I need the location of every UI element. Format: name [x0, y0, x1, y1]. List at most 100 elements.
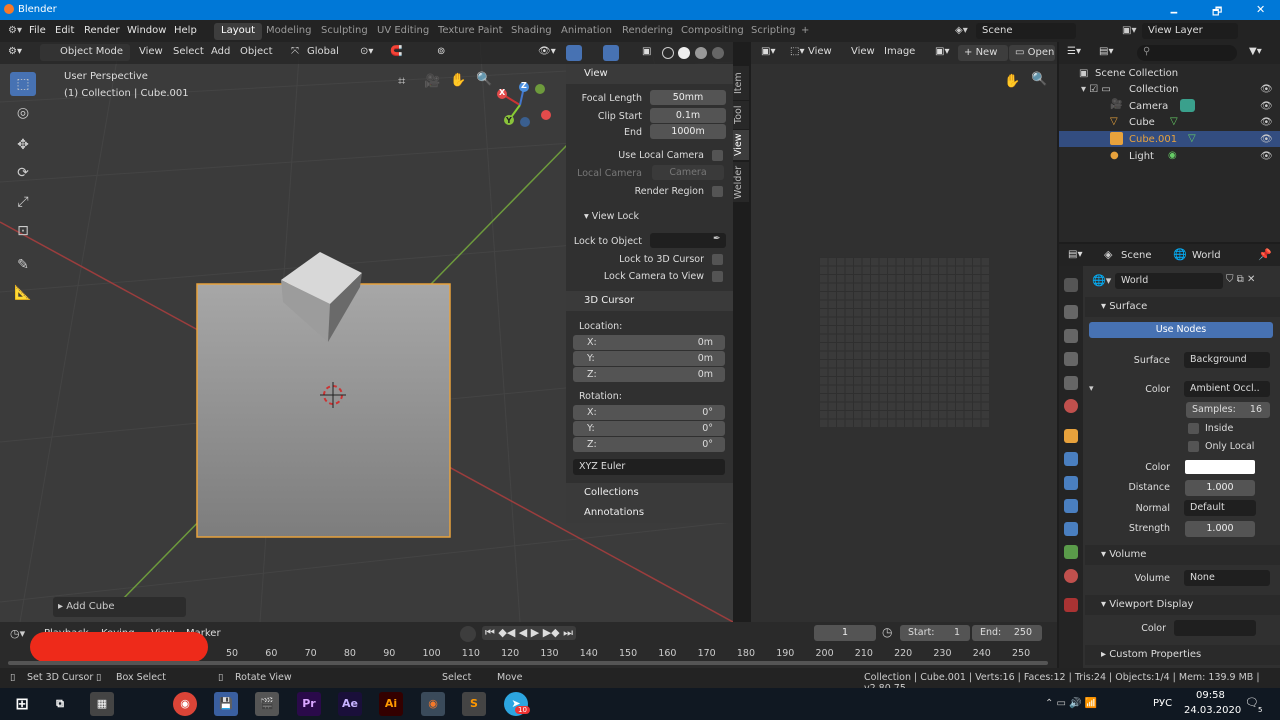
task-view-icon[interactable]: ⧉	[48, 692, 72, 716]
object-props-icon[interactable]	[1064, 429, 1078, 443]
use-nodes-button[interactable]: Use Nodes	[1089, 322, 1273, 338]
world-props-icon[interactable]	[1064, 399, 1078, 413]
only-local-checkbox[interactable]	[1188, 441, 1199, 452]
tool-settings-icon[interactable]	[1064, 278, 1078, 292]
calculator-icon[interactable]: ▦	[90, 692, 114, 716]
output-props-icon[interactable]	[1064, 329, 1078, 343]
color-dropdown[interactable]: Ambient Occl..	[1184, 381, 1270, 397]
visibility-eye-icon[interactable]: 👁	[1260, 151, 1273, 162]
tab-layout[interactable]: Layout	[214, 23, 262, 40]
sublime-icon[interactable]: S	[462, 692, 486, 716]
menu-help[interactable]: Help	[174, 25, 197, 36]
timeline-scrollbar[interactable]	[8, 661, 1048, 665]
outliner-item-cube[interactable]: Cube	[1129, 117, 1155, 128]
surface-section-header[interactable]: ▾ Surface	[1085, 297, 1280, 317]
loc-y-field[interactable]: Y: 0m	[573, 351, 725, 366]
view-layer-icon[interactable]: ▣▾	[1122, 25, 1136, 36]
shading-material-icon[interactable]	[695, 47, 707, 59]
tab-texture-paint[interactable]: Texture Paint	[431, 23, 510, 40]
strength-field[interactable]: 1.000	[1185, 521, 1255, 537]
start-frame-field[interactable]: Start: 1	[900, 625, 970, 641]
measure-tool-icon[interactable]: 📐	[10, 281, 36, 305]
outliner-editor-type-icon[interactable]: ☰▾	[1067, 46, 1081, 57]
orientation-selector[interactable]: Global	[307, 46, 339, 57]
ie-image-browse-icon[interactable]: ▣▾	[935, 46, 949, 57]
tab-animation[interactable]: Animation	[554, 23, 619, 40]
normal-dropdown[interactable]: Default	[1184, 500, 1256, 516]
view-layer-props-icon[interactable]	[1064, 352, 1078, 366]
select-box-tool-icon[interactable]: ⬚	[10, 72, 36, 96]
ie-menu-image[interactable]: Image	[884, 46, 915, 57]
notification-icon[interactable]: 🗨	[1245, 696, 1259, 709]
eyedropper-icon[interactable]: ✒	[713, 234, 721, 244]
vd-color-field[interactable]	[1174, 620, 1256, 636]
view-section-header[interactable]: View	[566, 64, 733, 84]
timeline-editor-icon[interactable]: ◷▾	[10, 627, 25, 640]
focal-length-field[interactable]: 50mm	[650, 90, 726, 105]
visibility-eye-icon[interactable]: 👁	[1260, 101, 1273, 112]
premiere-icon[interactable]: Pr	[297, 692, 321, 716]
tab-shading[interactable]: Shading	[504, 23, 559, 40]
tab-rendering[interactable]: Rendering	[615, 23, 680, 40]
constraints-props-icon[interactable]	[1064, 522, 1078, 536]
scale-tool-icon[interactable]: ⤢	[10, 190, 36, 214]
shading-solid-icon[interactable]	[678, 47, 690, 59]
outliner-display-mode-icon[interactable]: ▤▾	[1099, 46, 1113, 57]
color-swatch[interactable]	[1185, 460, 1255, 474]
ie-view-mode-icon[interactable]: ⬚▾	[790, 46, 804, 57]
editor-type-icon[interactable]: ⚙▾	[8, 25, 22, 36]
loc-z-field[interactable]: Z: 0m	[573, 367, 725, 382]
particles-props-icon[interactable]	[1064, 476, 1078, 490]
input-language[interactable]: РУС	[1153, 698, 1172, 709]
texture-props-icon[interactable]	[1064, 598, 1078, 612]
scene-icon[interactable]: ◈▾	[955, 25, 968, 36]
menu-select[interactable]: Select	[173, 46, 204, 57]
rot-x-field[interactable]: X: 0°	[573, 405, 725, 420]
samples-field[interactable]: Samples: 16	[1186, 402, 1270, 418]
image-editor[interactable]	[751, 42, 1057, 622]
ie-open-button[interactable]: ▭ Open	[1009, 45, 1055, 61]
scene-name-field[interactable]: Scene	[976, 23, 1076, 39]
film-app-icon[interactable]: 🎬	[255, 692, 279, 716]
tab-tool[interactable]: Tool	[733, 101, 749, 129]
annotate-tool-icon[interactable]: ✎	[10, 253, 36, 277]
material-props-icon[interactable]	[1064, 569, 1078, 583]
clock-date[interactable]: 24.03.2020	[1184, 705, 1241, 716]
inside-checkbox[interactable]	[1188, 423, 1199, 434]
pin-icon[interactable]: 📌	[1258, 248, 1272, 261]
view-layer-field[interactable]: View Layer	[1142, 23, 1238, 39]
clock-time[interactable]: 09:58	[1196, 690, 1225, 701]
tray-icons[interactable]: ⌃ ▭ 🔊 📶	[1045, 698, 1097, 709]
viewport-display-section-header[interactable]: ▾ Viewport Display	[1085, 595, 1280, 615]
proportional-icon[interactable]: ⊚	[437, 46, 445, 57]
distance-field[interactable]: 1.000	[1185, 480, 1255, 496]
scene-breadcrumb[interactable]: Scene	[1121, 250, 1152, 261]
menu-window[interactable]: Window	[127, 25, 166, 36]
ie-view-selector[interactable]: View	[808, 46, 832, 57]
rot-z-field[interactable]: Z: 0°	[573, 437, 725, 452]
world-breadcrumb[interactable]: World	[1192, 250, 1221, 261]
visibility-eye-icon[interactable]: 👁	[1260, 84, 1273, 95]
tab-sculpting[interactable]: Sculpting	[314, 23, 375, 40]
modifier-props-icon[interactable]	[1064, 452, 1078, 466]
visibility-eye-icon[interactable]: 👁	[1260, 117, 1273, 128]
blender-taskbar-icon[interactable]: ◉	[421, 692, 445, 716]
tab-welder[interactable]: Welder	[733, 162, 749, 202]
menu-view[interactable]: View	[139, 46, 163, 57]
expand-color-icon[interactable]: ▾	[1089, 384, 1094, 394]
grid-view-icon[interactable]: ⌗	[398, 74, 405, 89]
playback-controls[interactable]: ⏮ ◆◀ ◀ ▶ ▶◆ ⏭	[482, 626, 577, 640]
outliner-item-cube001[interactable]: Cube.001	[1129, 134, 1177, 145]
ie-editor-type-icon[interactable]: ▣▾	[761, 46, 775, 57]
overlay-toggle-icon[interactable]	[603, 45, 619, 61]
shading-wireframe-icon[interactable]	[662, 47, 674, 59]
end-frame-field[interactable]: End: 250	[972, 625, 1042, 641]
outliner-item-collection[interactable]: Collection	[1129, 84, 1178, 95]
xray-icon[interactable]: ▣	[642, 46, 651, 57]
clip-start-field[interactable]: 0.1m	[650, 108, 726, 123]
clip-end-field[interactable]: 1000m	[650, 124, 726, 139]
collections-section-header[interactable]: Collections	[566, 483, 733, 503]
outliner-filter-icon[interactable]: ▼▾	[1249, 46, 1262, 57]
outliner-search-input[interactable]: ⚲	[1137, 45, 1237, 61]
use-local-camera-checkbox[interactable]	[712, 150, 723, 161]
